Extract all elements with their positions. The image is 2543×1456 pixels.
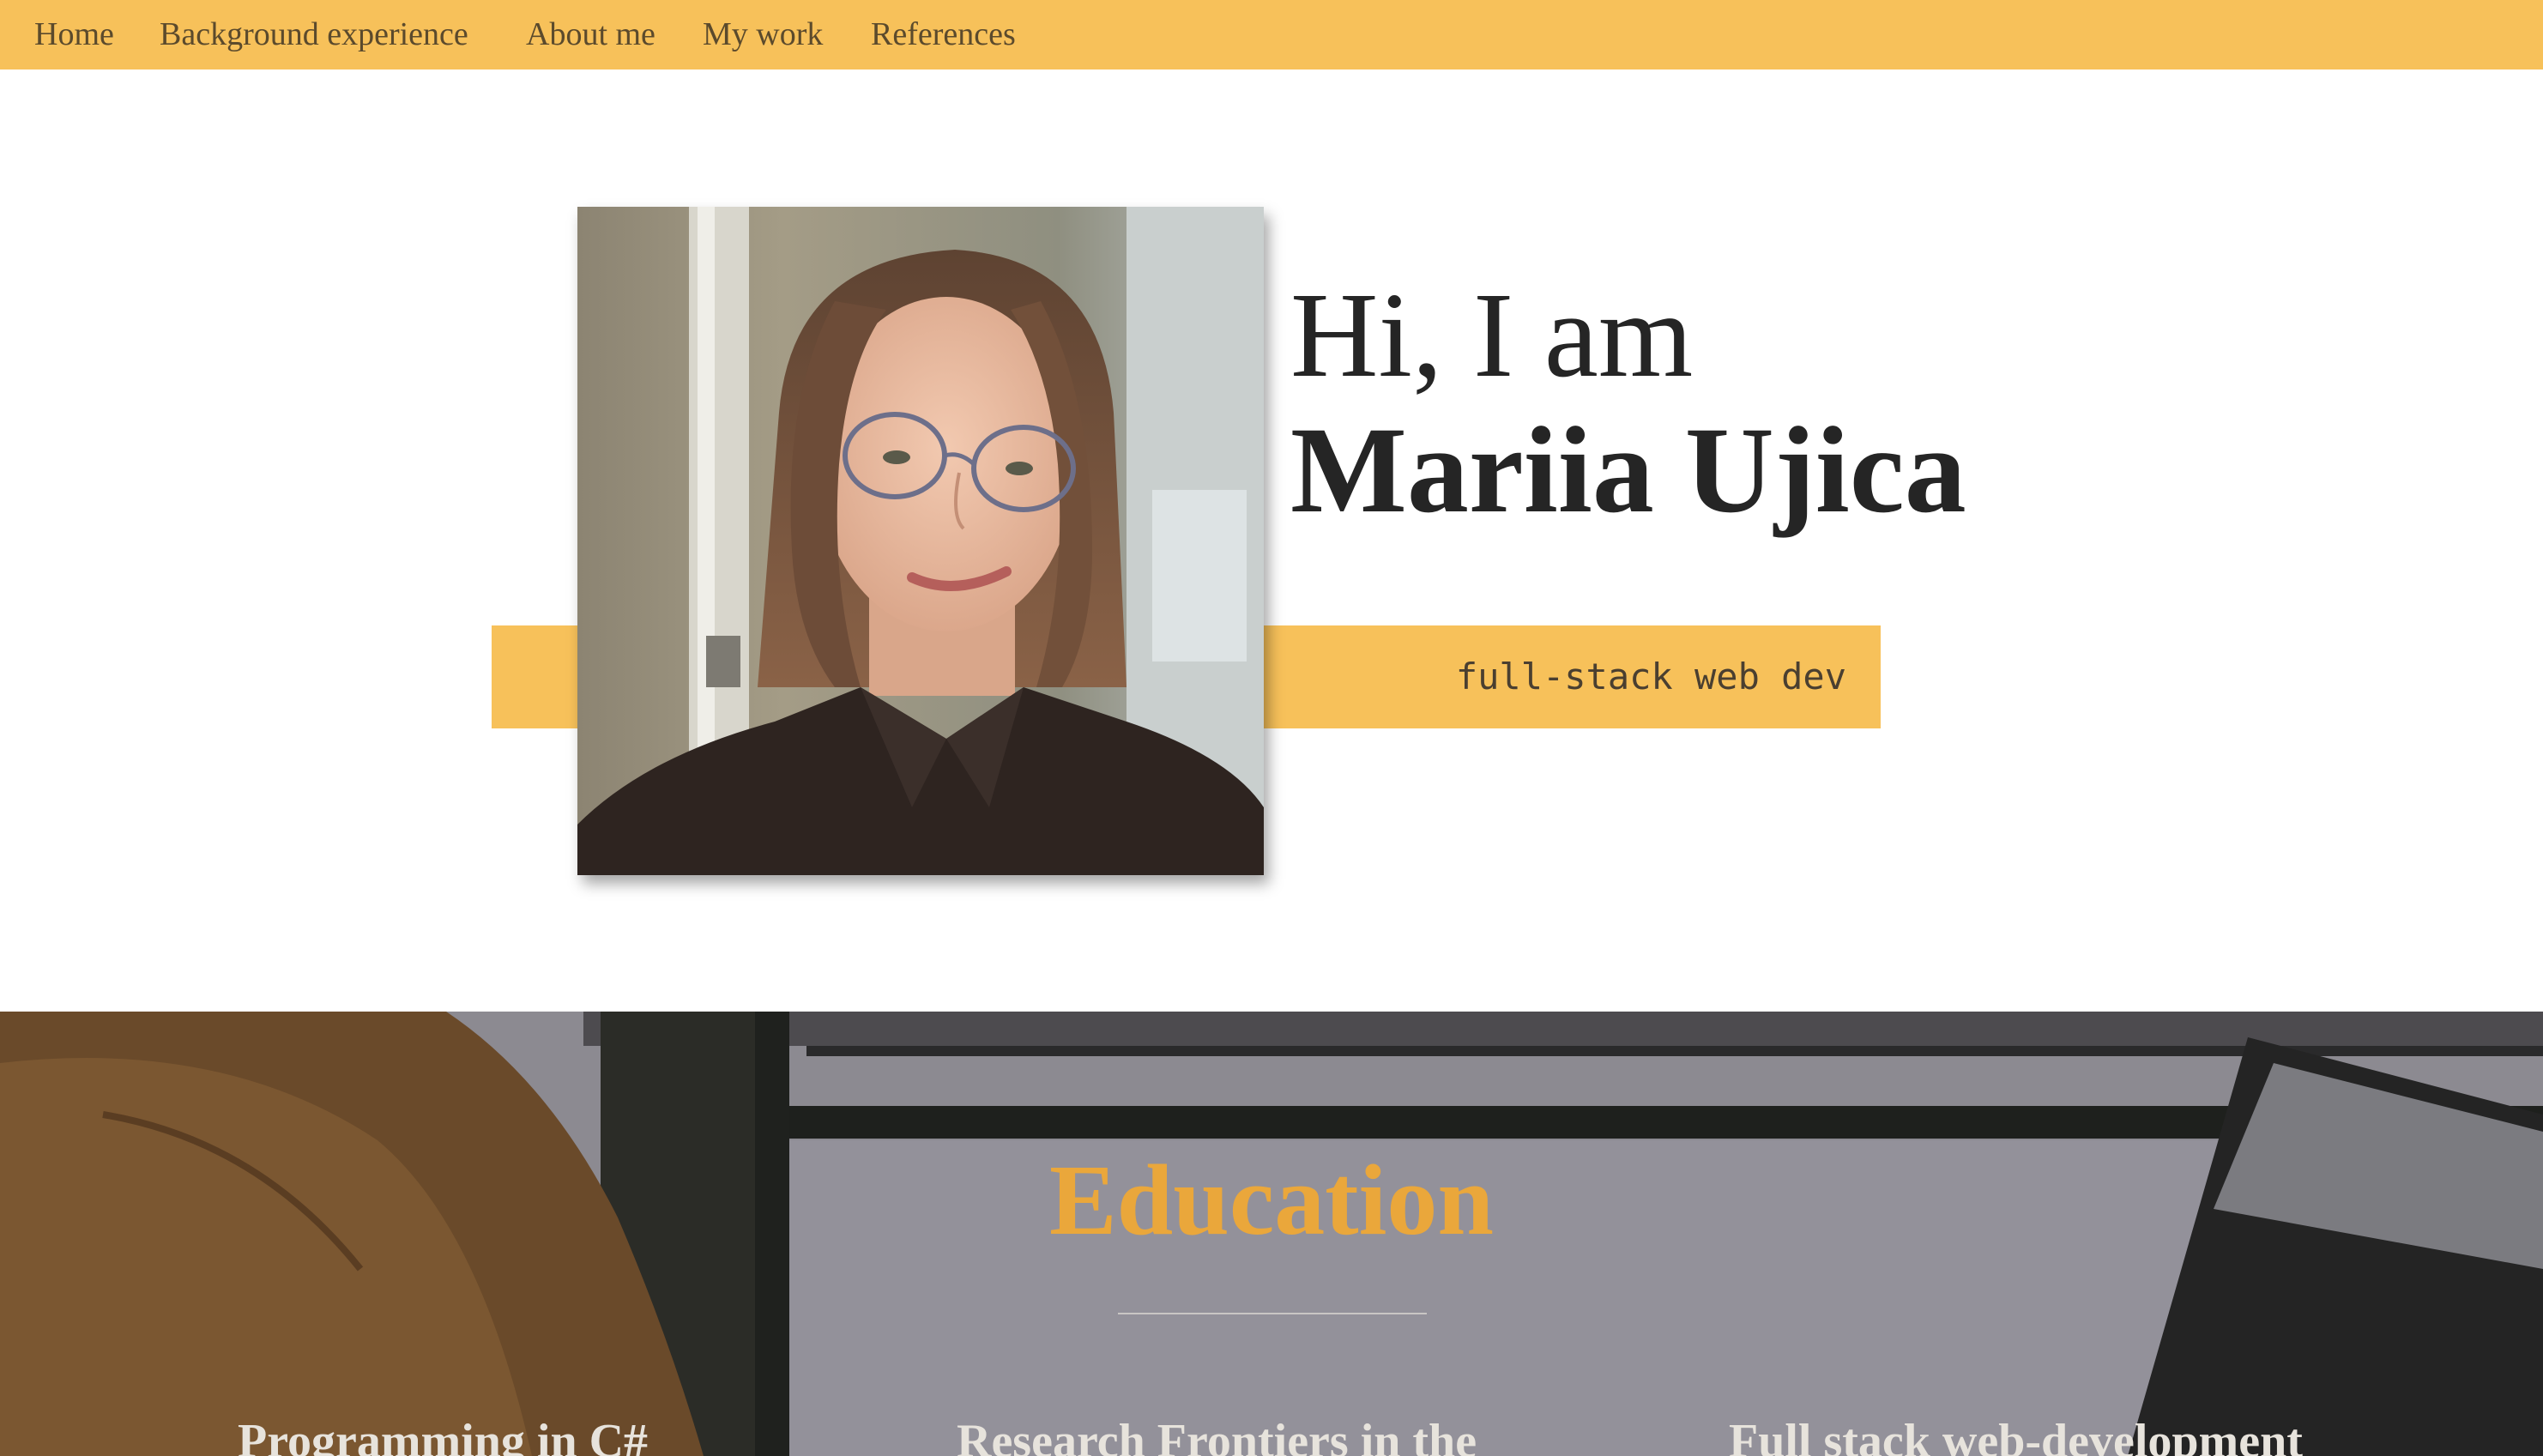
nav-background-experience-link[interactable]: Background experience	[160, 15, 468, 53]
hero-tagline: full-stack web dev	[1455, 656, 1846, 698]
nav-about-me-link[interactable]: About me	[526, 15, 655, 53]
course-title-fullstack: Full stack web-development	[1729, 1415, 2303, 1456]
hero-name: Mariia Ujica	[1290, 402, 1966, 539]
nav-references-link[interactable]: References	[871, 15, 1016, 53]
accent-band-left	[492, 625, 577, 728]
education-title: Education	[1048, 1144, 1495, 1256]
hero-section: full-stack web dev Hi, I am Mariia Ujica	[0, 69, 2543, 1012]
hero-greeting: Hi, I am	[1290, 267, 1694, 402]
top-navbar: Home Background experience About me My w…	[0, 0, 2543, 69]
nav-home-link[interactable]: Home	[34, 15, 114, 53]
course-title-research: Research Frontiers in the	[957, 1415, 1477, 1456]
nav-my-work-link[interactable]: My work	[703, 15, 823, 53]
course-title-programming: Programming in C#	[238, 1415, 649, 1456]
profile-photo	[577, 207, 1264, 875]
education-divider	[1118, 1313, 1427, 1314]
